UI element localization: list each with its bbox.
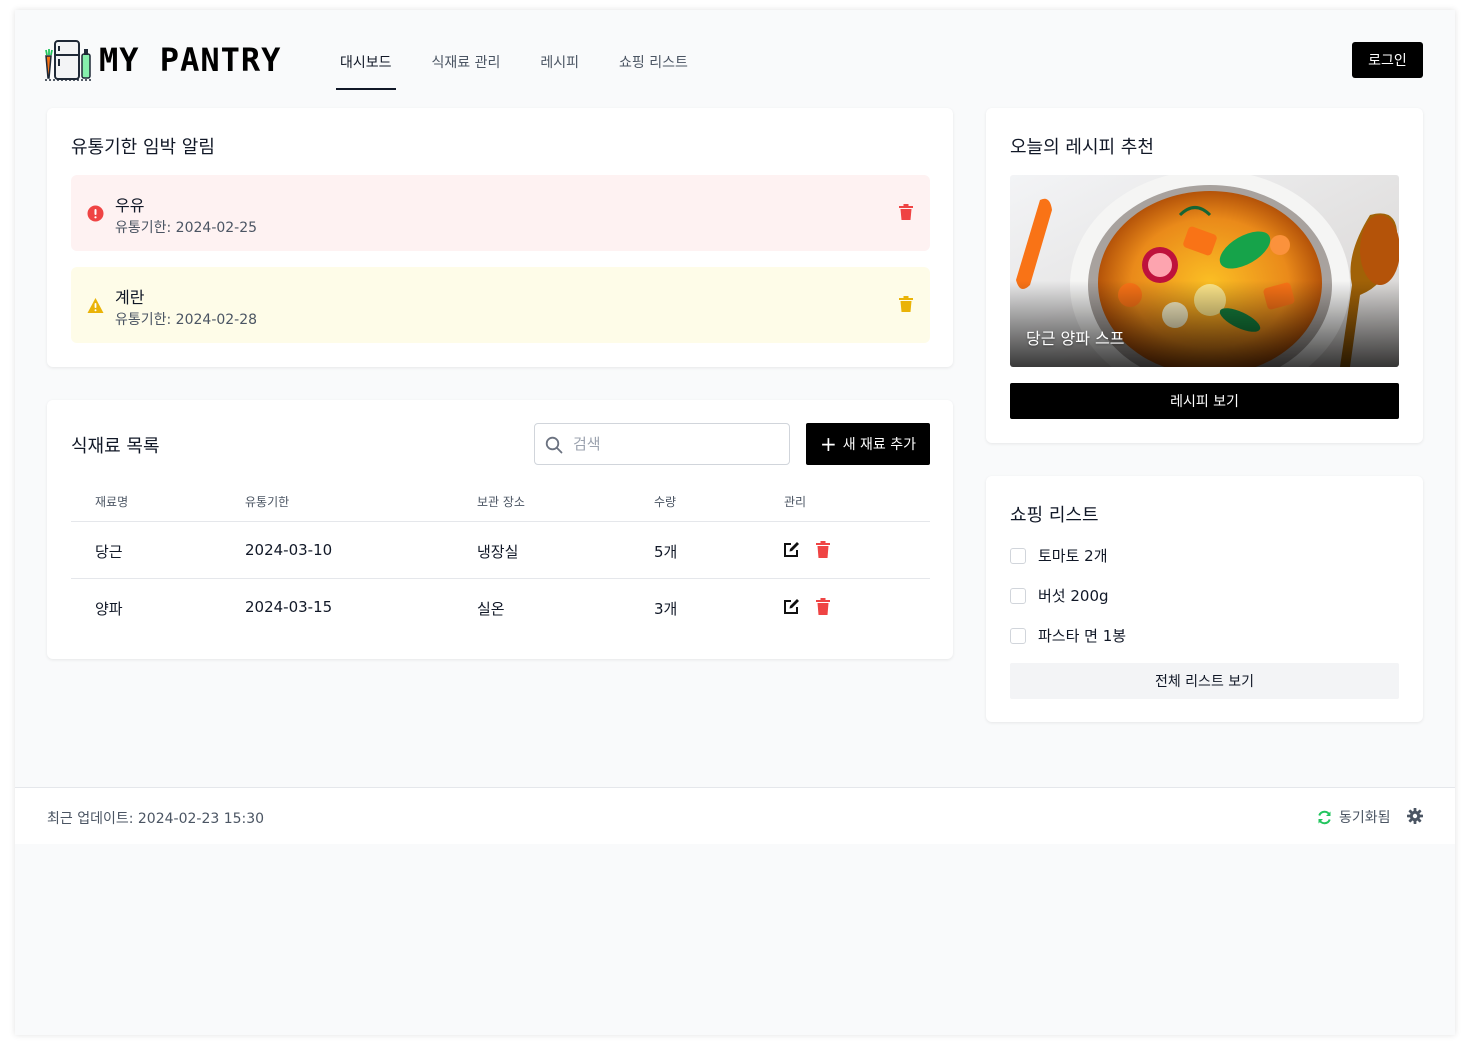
search-box — [534, 423, 790, 465]
column-header-quantity: 수량 — [654, 495, 677, 509]
shopping-item-label: 버섯 200g — [1038, 587, 1109, 605]
view-recipe-button[interactable]: 레시피 보기 — [1010, 383, 1399, 419]
cell-quantity: 3개 — [654, 600, 678, 618]
sync-status-label: 동기화됨 — [1339, 810, 1391, 826]
tab-recipes[interactable]: 레시피 — [540, 40, 579, 90]
expiry-alerts-card: 유통기한 임박 알림 우유 유통기한: 2024-02-25 계란 유통기한: … — [47, 108, 953, 367]
main-nav: 대시보드 식재료 관리 레시피 쇼핑 리스트 — [336, 40, 728, 90]
column-header-name: 재료명 — [95, 495, 129, 509]
recipe-image[interactable]: 당근 양파 스프 — [1010, 175, 1399, 367]
cell-quantity: 5개 — [654, 543, 678, 561]
sync-status: 동기화됨 — [1317, 807, 1391, 827]
view-all-shopping-button[interactable]: 전체 리스트 보기 — [1010, 663, 1399, 699]
cell-expiry: 2024-03-15 — [245, 598, 333, 616]
recipe-card: 오늘의 레시피 추천 당근 양파 스프 레시피 보기 — [986, 108, 1423, 443]
plus-icon: + — [819, 432, 837, 456]
alert-item-name: 우유 — [115, 196, 145, 215]
cell-storage: 실온 — [477, 600, 505, 618]
recipe-name: 당근 양파 스프 — [1026, 329, 1125, 348]
column-header-actions: 관리 — [784, 495, 807, 509]
footer: 최근 업데이트: 2024-02-23 15:30 동기화됨 — [15, 787, 1455, 844]
alert-item: 우유 유통기한: 2024-02-25 — [71, 175, 930, 251]
shopping-list-card: 쇼핑 리스트 토마토 2개 버섯 200g 파스타 면 1봉 전체 리스트 보기 — [986, 476, 1423, 722]
login-button[interactable]: 로그인 — [1352, 42, 1423, 78]
trash-icon[interactable] — [816, 598, 830, 615]
column-header-storage: 보관 장소 — [477, 495, 525, 509]
warning-triangle-icon — [87, 298, 104, 313]
header: MY PANTRY 대시보드 식재료 관리 레시피 쇼핑 리스트 로그인 — [15, 10, 1455, 94]
search-input[interactable] — [573, 432, 773, 456]
logo-text: MY PANTRY — [99, 41, 282, 79]
shopping-item-checkbox[interactable] — [1010, 587, 1026, 604]
shopping-item-label: 파스타 면 1봉 — [1038, 627, 1127, 645]
trash-icon[interactable] — [899, 204, 913, 220]
search-icon — [545, 436, 563, 454]
tab-dashboard[interactable]: 대시보드 — [336, 40, 396, 90]
cell-name: 당근 — [95, 543, 123, 561]
edit-icon[interactable] — [783, 541, 800, 558]
shopping-item-label: 토마토 2개 — [1038, 547, 1108, 565]
cell-name: 양파 — [95, 600, 123, 618]
gear-icon[interactable] — [1407, 808, 1423, 824]
alert-item-date: 유통기한: 2024-02-28 — [115, 312, 258, 328]
alert-item-name: 계란 — [115, 288, 145, 307]
recipe-title: 오늘의 레시피 추천 — [1010, 137, 1154, 158]
last-updated-text: 최근 업데이트: 2024-02-23 15:30 — [47, 811, 265, 827]
shopping-item: 파스타 면 1봉 — [1010, 625, 1126, 646]
shopping-item: 버섯 200g — [1010, 585, 1109, 606]
alert-item: 계란 유통기한: 2024-02-28 — [71, 267, 930, 343]
table-header: 재료명 유통기한 보관 장소 수량 관리 — [71, 485, 930, 522]
ingredients-title: 식재료 목록 — [71, 436, 160, 457]
fridge-logo-icon — [45, 40, 91, 81]
ingredients-table: 재료명 유통기한 보관 장소 수량 관리 당근 2024-03-10 냉장실 5… — [71, 485, 930, 636]
shopping-item: 토마토 2개 — [1010, 545, 1108, 566]
trash-icon[interactable] — [816, 541, 830, 558]
shopping-title: 쇼핑 리스트 — [1010, 505, 1099, 526]
edit-icon[interactable] — [783, 598, 800, 615]
column-header-expiry: 유통기한 — [245, 495, 290, 509]
add-ingredient-button[interactable]: + 새 재료 추가 — [806, 423, 930, 465]
page: MY PANTRY 대시보드 식재료 관리 레시피 쇼핑 리스트 로그인 유통기… — [15, 10, 1455, 1035]
sync-icon — [1318, 810, 1331, 824]
alert-item-date: 유통기한: 2024-02-25 — [115, 220, 258, 236]
exclamation-circle-icon — [87, 205, 104, 222]
trash-icon[interactable] — [899, 296, 913, 312]
shopping-item-checkbox[interactable] — [1010, 547, 1026, 564]
cell-storage: 냉장실 — [477, 543, 519, 561]
table-row: 양파 2024-03-15 실온 3개 — [71, 579, 930, 636]
logo[interactable]: MY PANTRY — [43, 38, 281, 82]
tab-shopping-list[interactable]: 쇼핑 리스트 — [619, 40, 688, 90]
add-ingredient-label: 새 재료 추가 — [842, 437, 917, 453]
cell-expiry: 2024-03-10 — [245, 541, 333, 559]
ingredients-card: 식재료 목록 + 새 재료 추가 재료명 유통기한 보관 장소 수량 관리 당근… — [47, 400, 953, 659]
alerts-title: 유통기한 임박 알림 — [71, 137, 215, 158]
shopping-item-checkbox[interactable] — [1010, 627, 1026, 644]
tab-ingredients[interactable]: 식재료 관리 — [432, 40, 501, 90]
table-row: 당근 2024-03-10 냉장실 5개 — [71, 522, 930, 579]
